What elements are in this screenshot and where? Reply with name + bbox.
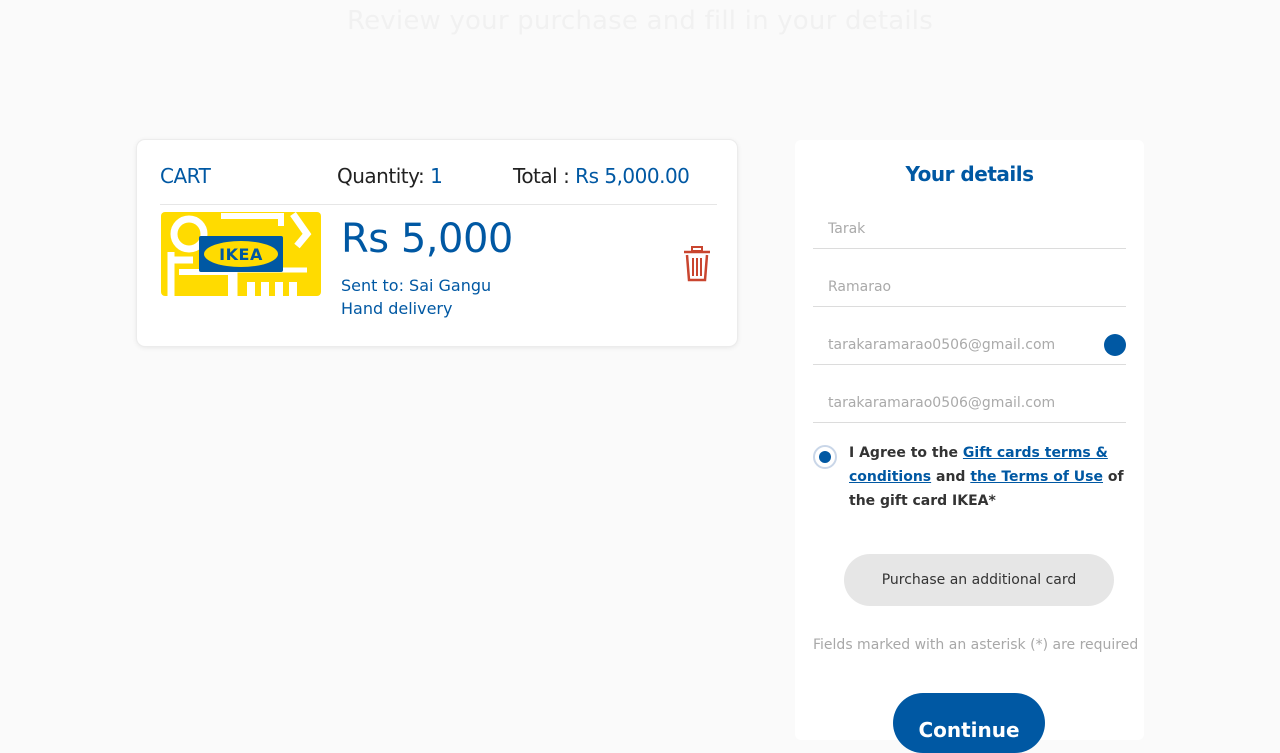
delivery-method: Hand delivery — [341, 299, 453, 318]
ikea-logo-text: IKEA — [204, 241, 278, 267]
total-label: Total : — [513, 164, 570, 188]
details-panel: Your details I Agree to the Gift cards t… — [795, 140, 1144, 753]
recipient-text: Sent to: Sai Gangu — [341, 276, 492, 295]
terms-of-use-link[interactable]: the Terms of Use — [970, 469, 1103, 485]
agree-prefix: I Agree to the — [849, 445, 963, 461]
purchase-additional-card-button[interactable]: Purchase an additional card — [844, 554, 1114, 606]
delete-item-button[interactable] — [683, 246, 711, 282]
details-title: Your details — [905, 162, 1034, 186]
agree-middle: and — [931, 469, 971, 485]
ikea-logo: IKEA — [199, 236, 283, 272]
ikea-gift-card-image: IKEA — [161, 212, 321, 296]
quantity-label: Quantity: — [337, 164, 425, 188]
cart-quantity: Quantity: 1 — [337, 164, 443, 188]
card-amount: Rs 5,000 — [341, 216, 513, 262]
agree-terms-radio[interactable] — [813, 445, 837, 469]
cart-total: Total : Rs 5,000.00 — [513, 164, 690, 188]
total-value: Rs 5,000.00 — [575, 164, 690, 188]
email-indicator-dot — [1104, 334, 1126, 356]
cart-header: CART Quantity: 1 Total : Rs 5,000.00 — [160, 164, 717, 205]
agree-terms-text: I Agree to the Gift cards terms & condit… — [849, 441, 1134, 513]
confirm-email-field[interactable] — [813, 383, 1126, 423]
required-fields-note: Fields marked with an asterisk (*) are r… — [813, 637, 1139, 653]
cart-panel: CART Quantity: 1 Total : Rs 5,000.00 IKE… — [137, 140, 737, 346]
page-subtitle: Review your purchase and fill in your de… — [347, 6, 933, 36]
cart-title: CART — [160, 164, 211, 188]
quantity-value: 1 — [430, 164, 443, 188]
last-name-field[interactable] — [813, 267, 1126, 307]
trash-icon — [684, 246, 710, 282]
continue-button[interactable]: Continue — [893, 693, 1045, 753]
email-field[interactable] — [813, 325, 1126, 365]
first-name-field[interactable] — [813, 209, 1126, 249]
